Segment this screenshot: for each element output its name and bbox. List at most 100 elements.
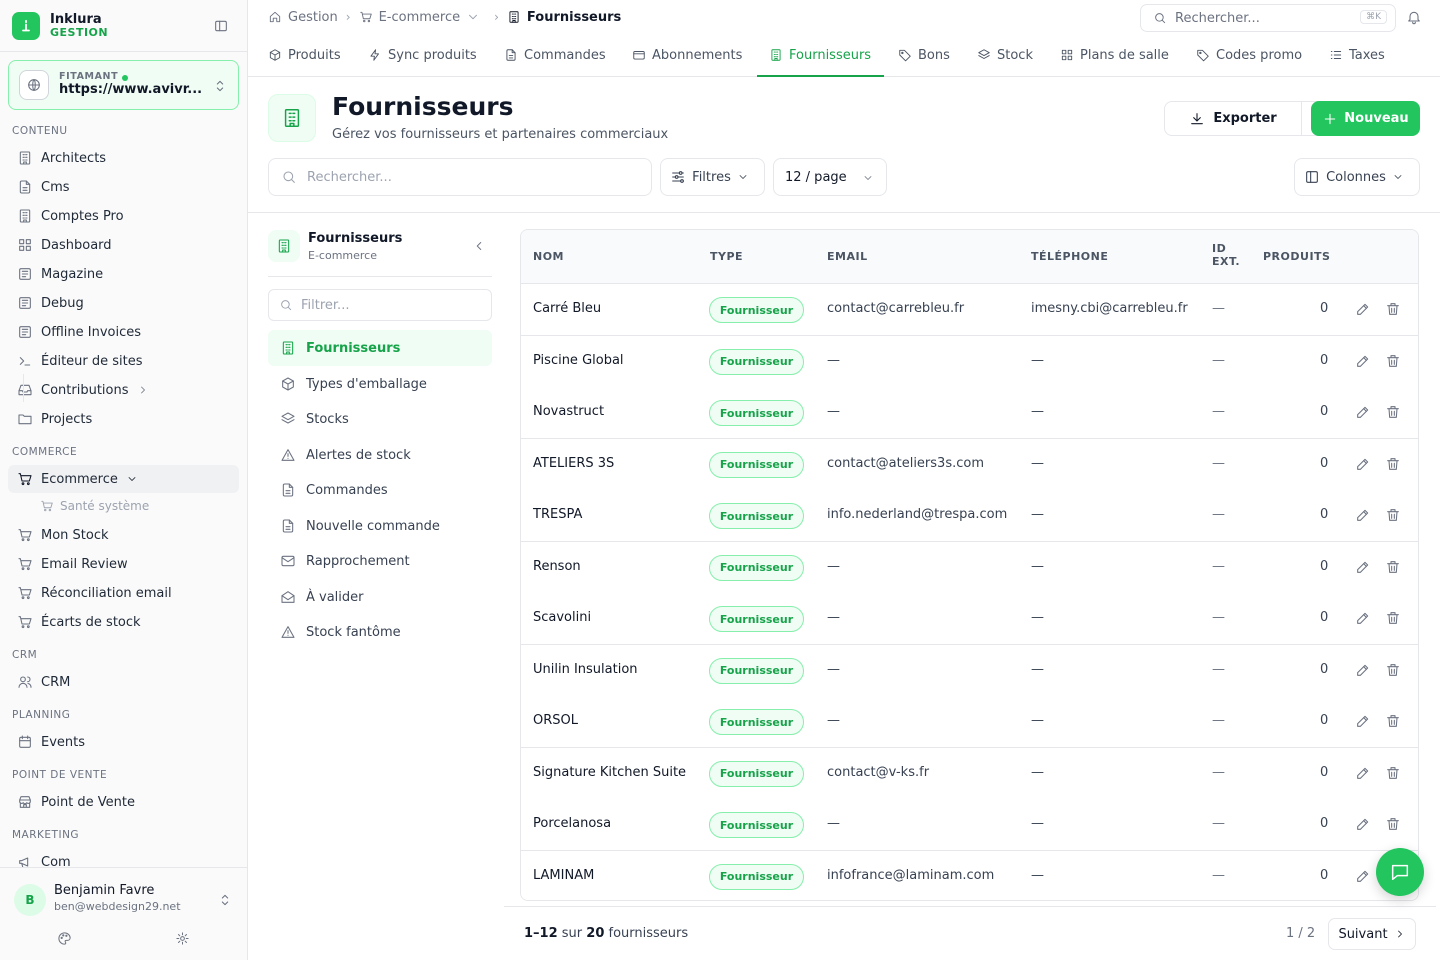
panel-item-fournisseurs[interactable]: Fournisseurs xyxy=(268,330,492,366)
panel-item-stock-fantome[interactable]: Stock fantôme xyxy=(268,614,492,650)
table-row[interactable]: Novastruct Fournisseur — — — 0 xyxy=(521,387,1418,439)
column-header-telephone[interactable]: TÉLÉPHONE xyxy=(1031,250,1108,263)
sidebar-item-email-review[interactable]: Email Review xyxy=(8,550,239,578)
trash-icon[interactable] xyxy=(1385,713,1401,729)
sidebar-item-debug[interactable]: Debug xyxy=(8,289,239,317)
trash-icon[interactable] xyxy=(1385,610,1401,626)
trash-icon[interactable] xyxy=(1385,353,1401,369)
sidebar-subitem-sante-systeme[interactable]: Santé système xyxy=(40,494,149,518)
breadcrumb-ecommerce[interactable]: E-commerce xyxy=(359,10,487,25)
chevron-left-icon[interactable] xyxy=(472,239,486,253)
palette-icon[interactable] xyxy=(57,931,72,946)
tab-stock[interactable]: Stock xyxy=(977,34,1033,76)
gear-icon[interactable] xyxy=(175,931,190,946)
sidebar-item-crm[interactable]: CRM xyxy=(8,668,239,696)
sidebar-item-projects[interactable]: Projects xyxy=(8,405,239,433)
tab-sync-produits[interactable]: Sync produits xyxy=(368,34,477,76)
sidebar-toggle-icon[interactable] xyxy=(213,18,229,34)
panel-item-commandes[interactable]: Commandes xyxy=(268,472,492,508)
table-row[interactable]: Unilin Insulation Fournisseur — — — 0 xyxy=(521,644,1418,697)
tab-commandes[interactable]: Commandes xyxy=(504,34,606,76)
trash-icon[interactable] xyxy=(1385,301,1401,317)
panel-item-stocks[interactable]: Stocks xyxy=(268,401,492,437)
sidebar-item-comptes-pro[interactable]: Comptes Pro xyxy=(8,202,239,230)
trash-icon[interactable] xyxy=(1385,765,1401,781)
table-row[interactable]: TRESPA Fournisseur info.nederland@trespa.c… xyxy=(521,490,1418,542)
sidebar-item-reconciliation-email[interactable]: Réconciliation email xyxy=(8,579,239,607)
trash-icon[interactable] xyxy=(1385,559,1401,575)
filters-button[interactable]: Filtres xyxy=(660,158,765,196)
sidebar-item-ecarts-de-stock[interactable]: Écarts de stock xyxy=(8,608,239,636)
edit-icon[interactable] xyxy=(1355,610,1371,626)
table-row[interactable]: Signature Kitchen Suite Fournisseur contac… xyxy=(521,747,1418,800)
tab-taxes[interactable]: Taxes xyxy=(1329,34,1385,76)
next-page-button[interactable]: Suivant xyxy=(1328,918,1416,950)
edit-icon[interactable] xyxy=(1355,662,1371,678)
tab-codes-promo[interactable]: Codes promo xyxy=(1196,34,1302,76)
edit-icon[interactable] xyxy=(1355,559,1371,575)
trash-icon[interactable] xyxy=(1385,816,1401,832)
bell-icon[interactable] xyxy=(1406,9,1422,25)
tab-abonnements[interactable]: Abonnements xyxy=(632,34,742,76)
table-row[interactable]: LAMINAM Fournisseur infofrance@laminam.com… xyxy=(521,850,1418,900)
chat-button[interactable] xyxy=(1376,848,1424,896)
panel-item-alertes-stock[interactable]: Alertes de stock xyxy=(268,437,492,473)
trash-icon[interactable] xyxy=(1385,507,1401,523)
sidebar-item-mon-stock[interactable]: Mon Stock xyxy=(8,521,239,549)
trash-icon[interactable] xyxy=(1385,662,1401,678)
table-row[interactable]: ATELIERS 3S Fournisseur contact@ateliers3s… xyxy=(521,438,1418,491)
column-header-produits[interactable]: PRODUITS xyxy=(1263,250,1330,263)
sidebar-item-editeur-de-sites[interactable]: Éditeur de sites xyxy=(8,347,239,375)
tab-plans-de-salle[interactable]: Plans de salle xyxy=(1060,34,1169,76)
edit-icon[interactable] xyxy=(1355,301,1371,317)
table-row[interactable]: Scavolini Fournisseur — — — 0 xyxy=(521,593,1418,645)
columns-button[interactable]: Colonnes xyxy=(1294,158,1420,196)
sidebar-item-com[interactable]: Com xyxy=(8,848,239,867)
tab-produits[interactable]: Produits xyxy=(268,34,341,76)
panel-item-a-valider[interactable]: À valider xyxy=(268,579,492,615)
tab-bons[interactable]: Bons xyxy=(898,34,950,76)
tab-fournisseurs[interactable]: Fournisseurs xyxy=(769,34,871,76)
sidebar-item-contributions[interactable]: Contributions xyxy=(8,376,239,404)
new-button[interactable]: Nouveau xyxy=(1311,101,1420,136)
user-menu[interactable]: B Benjamin Favre ben@webdesign29.net xyxy=(0,867,247,960)
brand[interactable]: Inklura GESTION xyxy=(0,0,247,52)
column-header-email[interactable]: EMAIL xyxy=(827,250,868,263)
trash-icon[interactable] xyxy=(1385,404,1401,420)
sidebar-item-events[interactable]: Events xyxy=(8,728,239,756)
sidebar-item-point-de-vente[interactable]: Point de Vente xyxy=(8,788,239,816)
global-search[interactable]: Rechercher... ⌘K xyxy=(1140,4,1396,32)
sidebar-item-magazine[interactable]: Magazine xyxy=(8,260,239,288)
panel-filter-input[interactable]: Filtrer... xyxy=(268,289,492,321)
table-row[interactable]: Carré Bleu Fournisseur contact@carrebleu.f… xyxy=(521,284,1418,336)
sidebar-item-ecommerce[interactable]: Ecommerce xyxy=(8,465,239,493)
table-row[interactable]: Renson Fournisseur — — — 0 xyxy=(521,541,1418,594)
sidebar-item-dashboard[interactable]: Dashboard xyxy=(8,231,239,259)
edit-icon[interactable] xyxy=(1355,353,1371,369)
edit-icon[interactable] xyxy=(1355,765,1371,781)
sidebar-item-architects[interactable]: Architects xyxy=(8,144,239,172)
column-header-id-ext[interactable]: ID EXT. xyxy=(1212,242,1240,268)
search-input[interactable]: Rechercher... xyxy=(268,158,652,196)
panel-item-nouvelle-commande[interactable]: Nouvelle commande xyxy=(268,508,492,544)
column-header-type[interactable]: TYPE xyxy=(710,250,743,263)
edit-icon[interactable] xyxy=(1355,816,1371,832)
trash-icon[interactable] xyxy=(1385,456,1401,472)
export-button[interactable]: Exporter xyxy=(1164,101,1302,136)
table-row[interactable]: Porcelanosa Fournisseur — — — 0 xyxy=(521,799,1418,851)
edit-icon[interactable] xyxy=(1355,507,1371,523)
sidebar-item-offline-invoices[interactable]: Offline Invoices xyxy=(8,318,239,346)
edit-icon[interactable] xyxy=(1355,404,1371,420)
table-row[interactable]: Piscine Global Fournisseur — — — 0 xyxy=(521,335,1418,388)
edit-icon[interactable] xyxy=(1355,456,1371,472)
per-page-select[interactable]: 12 / page xyxy=(773,158,887,196)
table-row[interactable]: ORSOL Fournisseur — — — 0 xyxy=(521,696,1418,748)
edit-icon[interactable] xyxy=(1355,713,1371,729)
edit-icon[interactable] xyxy=(1355,868,1371,884)
breadcrumb-gestion[interactable]: Gestion xyxy=(268,10,338,25)
site-switcher[interactable]: FITAMANT https://www.avivr... xyxy=(8,60,239,110)
panel-item-rapprochement[interactable]: Rapprochement xyxy=(268,543,492,579)
panel-item-types-emballage[interactable]: Types d'emballage xyxy=(268,366,492,402)
sidebar-item-cms[interactable]: Cms xyxy=(8,173,239,201)
column-header-nom[interactable]: NOM xyxy=(533,250,564,263)
